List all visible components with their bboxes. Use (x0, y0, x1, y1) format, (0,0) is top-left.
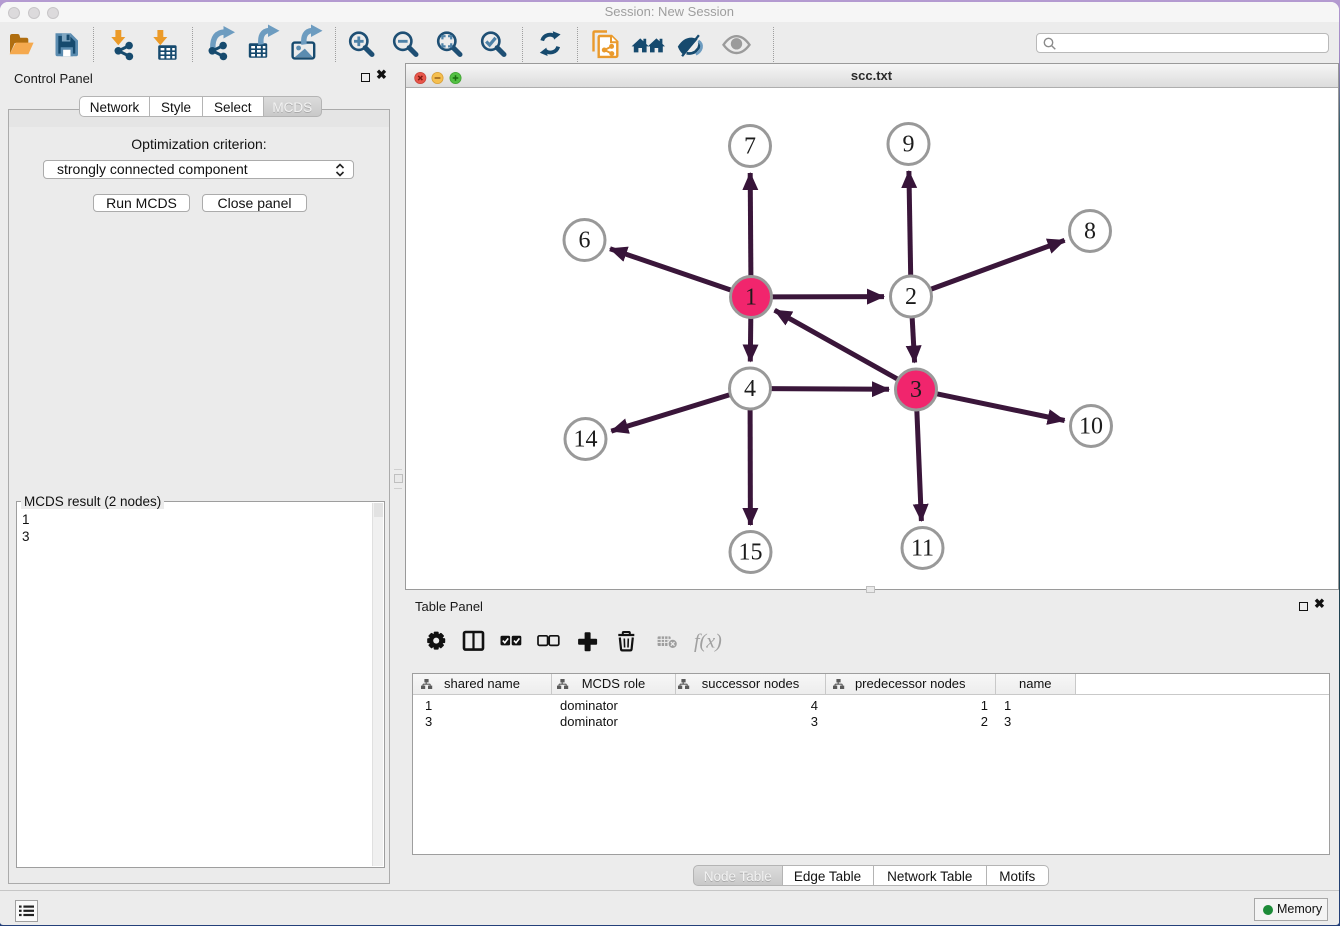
svg-text:1: 1 (745, 285, 757, 311)
svg-text:10: 10 (1079, 414, 1103, 440)
svg-text:6: 6 (579, 228, 591, 254)
svg-text:15: 15 (739, 540, 763, 566)
svg-text:7: 7 (744, 134, 756, 160)
svg-text:f(x): f(x) (694, 631, 722, 653)
svg-text:14: 14 (574, 427, 598, 453)
svg-text:11: 11 (911, 536, 934, 562)
svg-text:8: 8 (1084, 219, 1096, 245)
svg-text:3: 3 (910, 377, 922, 403)
svg-text:9: 9 (903, 132, 915, 158)
svg-text:2: 2 (905, 284, 917, 310)
svg-text:4: 4 (744, 376, 756, 402)
